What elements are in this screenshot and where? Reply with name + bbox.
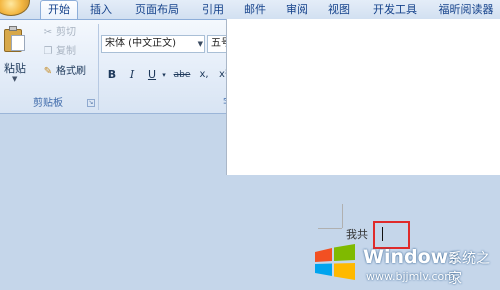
clipboard-launcher-icon[interactable]: ↘ xyxy=(87,99,95,107)
scissors-icon: ✂ xyxy=(43,27,53,38)
paste-button-label[interactable]: 粘贴 xyxy=(4,60,26,76)
subscript-button[interactable]: x, xyxy=(196,66,212,84)
group-divider xyxy=(98,24,99,110)
format-painter-label: 格式刷 xyxy=(56,66,86,77)
tab-home[interactable]: 开始 xyxy=(40,0,78,20)
ribbon-tab-bar: 开始 插入 页面布局 引用 邮件 审阅 视图 开发工具 福昕阅读器 xyxy=(0,0,500,20)
underline-dropdown-icon[interactable]: ▾ xyxy=(160,66,168,84)
bold-button[interactable]: B xyxy=(104,66,120,84)
windows-logo-icon xyxy=(315,244,355,280)
copy-icon: ❐ xyxy=(43,46,53,57)
clipboard-group-label: 剪贴板 xyxy=(33,98,63,109)
watermark-url: www.bjjmlv.com xyxy=(366,270,455,283)
copy-button[interactable]: ❐ 复制 xyxy=(42,43,76,60)
cut-label: 剪切 xyxy=(56,27,76,38)
document-page[interactable] xyxy=(226,19,500,175)
tab-references[interactable]: 引用 xyxy=(196,2,230,19)
highlight-box xyxy=(373,221,410,249)
paste-dropdown-arrow-icon[interactable]: ▼ xyxy=(12,75,17,83)
underline-button[interactable]: U xyxy=(145,66,159,84)
strikethrough-button[interactable]: abe xyxy=(172,66,192,84)
tab-view[interactable]: 视图 xyxy=(322,2,356,19)
format-painter-icon: ✎ xyxy=(43,66,53,77)
chevron-down-icon[interactable]: ▼ xyxy=(198,36,203,52)
tab-developer[interactable]: 开发工具 xyxy=(365,2,425,19)
tab-mailings[interactable]: 邮件 xyxy=(238,2,272,19)
margin-corner-mark xyxy=(318,228,342,229)
tab-insert[interactable]: 插入 xyxy=(85,2,117,19)
font-name-combo[interactable]: 宋体 (中文正文) ▼ xyxy=(101,35,205,53)
paste-icon[interactable] xyxy=(4,26,26,52)
document-text[interactable]: 我共 xyxy=(346,226,368,242)
margin-corner-mark xyxy=(342,204,343,228)
italic-button[interactable]: I xyxy=(125,66,139,84)
text-cursor xyxy=(382,227,383,241)
office-button[interactable] xyxy=(0,0,30,16)
tab-review[interactable]: 审阅 xyxy=(280,2,314,19)
format-painter-button[interactable]: ✎ 格式刷 xyxy=(42,63,86,80)
copy-label: 复制 xyxy=(56,46,76,57)
tab-foxit-reader[interactable]: 福昕阅读器 xyxy=(432,2,500,19)
tab-page-layout[interactable]: 页面布局 xyxy=(127,2,187,19)
font-name-value: 宋体 (中文正文) xyxy=(105,38,176,49)
watermark-brand: Windows xyxy=(363,246,460,268)
watermark-brand-cn: 系统之家 xyxy=(448,251,490,287)
cut-button[interactable]: ✂ 剪切 xyxy=(42,24,76,41)
